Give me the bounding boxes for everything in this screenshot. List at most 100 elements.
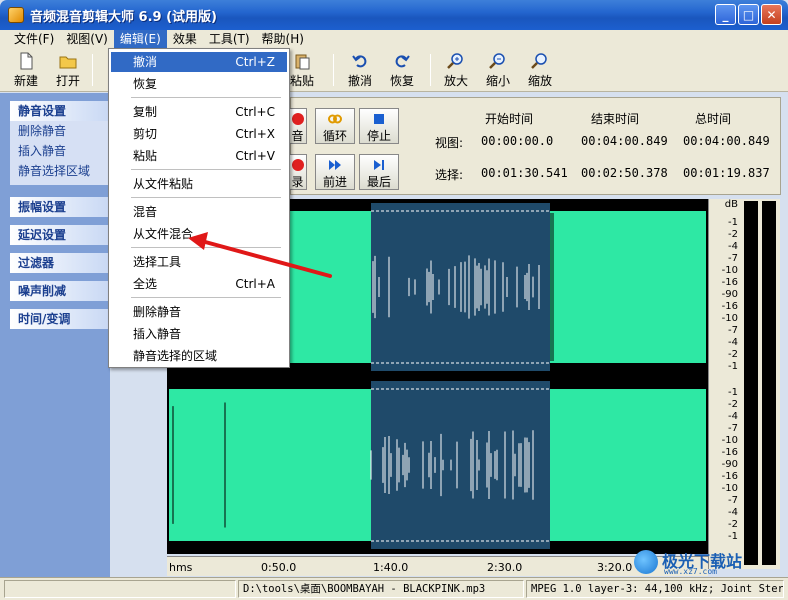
filter-header[interactable]: 过滤器 (10, 253, 110, 273)
menu-item-redo[interactable]: 恢复 (111, 74, 287, 94)
redo-button[interactable]: 恢复 (382, 50, 422, 90)
insert-silence-link[interactable]: 插入静音 (10, 141, 110, 161)
time-unit-label: hms (169, 561, 193, 574)
forward-button[interactable]: 前进 (315, 154, 355, 190)
selection-region[interactable] (371, 381, 550, 549)
amplitude-settings-header[interactable]: 振幅设置 (10, 197, 110, 217)
zoom-label: 缩放 (527, 74, 552, 88)
open-button[interactable]: 打开 (48, 50, 88, 90)
menu-view[interactable]: 视图(V) (60, 30, 114, 48)
db-tick-label: -10 (721, 435, 738, 446)
menu-item-paste[interactable]: 粘贴 Ctrl+V (111, 146, 287, 166)
time-ruler[interactable]: hms 0:50.0 1:40.0 2:30.0 3:20.0 (167, 556, 708, 576)
menu-edit[interactable]: 编辑(E) (113, 30, 167, 48)
time-pitch-header[interactable]: 时间/变调 (10, 309, 110, 329)
menu-effects[interactable]: 效果 (167, 30, 203, 48)
menu-item-mix[interactable]: 混音 (111, 202, 287, 222)
menu-item-delete-silence[interactable]: 删除静音 (111, 302, 287, 322)
silence-group: 静音设置 删除静音 插入静音 静音选择区域 (10, 101, 110, 185)
db-tick-label: -4 (728, 241, 738, 252)
db-tick-label: -90 (721, 289, 738, 300)
amplitude-group: 振幅设置 (10, 197, 110, 217)
open-label: 打开 (55, 74, 80, 88)
menu-tools[interactable]: 工具(T) (203, 30, 256, 48)
left-level-meter (744, 201, 758, 565)
selection-end-time: 00:02:50.378 (581, 166, 668, 180)
stop-button[interactable]: 停止 (359, 108, 399, 144)
close-button[interactable]: ✕ (761, 4, 782, 25)
audio-format: MPEG 1.0 layer-3: 44,100 kHz; Joint Ster… (526, 580, 784, 598)
loop-button[interactable]: 循环 (315, 108, 355, 144)
window-controls: _ □ ✕ (715, 4, 782, 25)
db-tick-label: -1 (728, 387, 738, 398)
menu-item-insert-silence[interactable]: 插入静音 (111, 324, 287, 344)
silence-selection-link[interactable]: 静音选择区域 (10, 161, 110, 181)
delay-settings-header[interactable]: 延迟设置 (10, 225, 110, 245)
db-tick-label: -7 (728, 423, 738, 434)
zoom-in-button[interactable]: 放大 (436, 50, 476, 90)
record-icon (291, 159, 304, 171)
menu-help[interactable]: 帮助(H) (256, 30, 310, 48)
right-level-meter (762, 201, 776, 565)
redo-label: 恢复 (389, 74, 414, 88)
menu-item-silence-selection[interactable]: 静音选择的区域 (111, 346, 287, 366)
title-bar: 音频混音剪辑大师 6.9 (试用版) _ □ ✕ (0, 0, 788, 30)
db-tick-label: -4 (728, 411, 738, 422)
delay-group: 延迟设置 (10, 225, 110, 245)
silence-settings-header[interactable]: 静音设置 (10, 101, 110, 121)
db-tick-label: -16 (721, 447, 738, 458)
menu-item-paste-from-file[interactable]: 从文件粘贴 (111, 174, 287, 194)
site-watermark: 极光下载站 www.xz7.com (634, 548, 784, 576)
paste-icon (295, 54, 310, 70)
zoom-in-icon (447, 53, 463, 69)
end-label: 最后 (366, 175, 391, 189)
view-label: 视图: (435, 136, 464, 150)
db-tick-label: -10 (721, 313, 738, 324)
time-tick: 2:30.0 (487, 561, 523, 574)
time-pitch-group: 时间/变调 (10, 309, 110, 329)
delete-silence-link[interactable]: 删除静音 (10, 121, 110, 141)
menu-item-copy[interactable]: 复制 Ctrl+C (111, 102, 287, 122)
view-total-time: 00:04:00.849 (683, 134, 770, 148)
db-tick-label: -7 (728, 495, 738, 506)
noise-reduction-group: 噪声削减 (10, 281, 110, 301)
play-button[interactable]: 音 (289, 108, 307, 144)
db-ruler: dB -1 -2 -4 -7 -10 -16 -90 -16 -10 -7 -4 -2 -1 -1 -2-… (708, 199, 740, 569)
undo-button[interactable]: 撤消 (340, 50, 380, 90)
db-tick-label: -1 (728, 361, 738, 372)
total-time-header: 总时间 (695, 112, 732, 126)
undo-label: 撤消 (347, 74, 372, 88)
end-button[interactable]: 最后 (359, 154, 399, 190)
toolbar-separator (333, 54, 334, 86)
db-tick-label: -7 (728, 325, 738, 336)
db-tick-label: -1 (728, 217, 738, 228)
status-cell-empty (4, 580, 236, 598)
db-tick-label: -16 (721, 301, 738, 312)
file-path: D:\tools\桌面\BOOMBAYAH - BLACKPINK.mp3 (238, 580, 524, 598)
maximize-button[interactable]: □ (738, 4, 759, 25)
play-label: 音 (291, 129, 304, 143)
menu-file[interactable]: 文件(F) (8, 30, 60, 48)
zoom-out-icon (489, 53, 505, 69)
db-tick-label: -4 (728, 507, 738, 518)
view-end-time: 00:04:00.849 (581, 134, 668, 148)
noise-reduction-header[interactable]: 噪声削减 (10, 281, 110, 301)
record-button[interactable]: 录 (289, 154, 307, 190)
menu-item-undo[interactable]: 撤消 Ctrl+Z (111, 52, 287, 72)
zoom-out-label: 缩小 (485, 74, 510, 88)
channel-divider (167, 371, 708, 381)
undo-icon (352, 55, 367, 68)
db-tick-label: -2 (728, 399, 738, 410)
menu-item-cut[interactable]: 剪切 Ctrl+X (111, 124, 287, 144)
new-button[interactable]: 新建 (6, 50, 46, 90)
selection-total-time: 00:01:19.837 (683, 166, 770, 180)
zoom-out-button[interactable]: 缩小 (478, 50, 518, 90)
time-tick: 3:20.0 (597, 561, 633, 574)
db-tick-label: -90 (721, 459, 738, 470)
zoom-button[interactable]: 缩放 (520, 50, 560, 90)
minimize-button[interactable]: _ (715, 4, 736, 25)
record-dot-icon (291, 113, 304, 125)
toolbar-separator (430, 54, 431, 86)
menu-bar: 文件(F) 视图(V) 编辑(E) 效果 工具(T) 帮助(H) (0, 30, 788, 48)
menu-separator (131, 197, 281, 198)
